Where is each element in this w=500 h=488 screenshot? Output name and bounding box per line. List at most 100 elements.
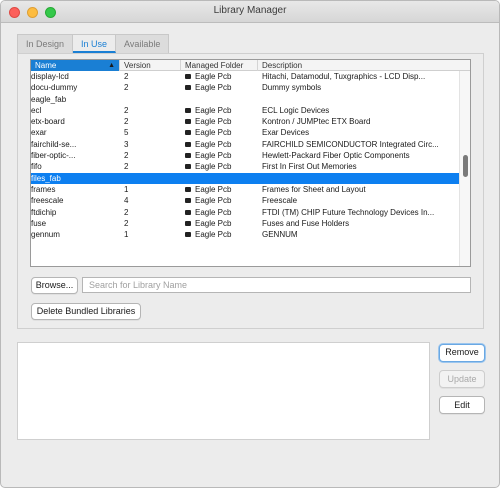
row-name-cell-text: exar bbox=[31, 128, 47, 138]
table-body: display-lcd 2 Eagle Pcb Hitachi, Datamodul,… bbox=[31, 71, 459, 240]
row-description-cell: Frames for Sheet and Layout bbox=[258, 184, 459, 195]
row-description-cell bbox=[258, 94, 459, 105]
row-description-cell-text: FTDI (TM) CHIP Future Technology Devices… bbox=[262, 207, 435, 217]
row-description-cell: Freescale bbox=[258, 195, 459, 206]
library-tabs: In Design In Use Available bbox=[17, 34, 170, 53]
lock-icon bbox=[185, 85, 191, 91]
row-version-cell-text: 2 bbox=[124, 151, 129, 161]
row-version-cell: 4 bbox=[120, 195, 181, 206]
table-row[interactable]: fuse 2 Eagle Pcb Fuses and Fuse Holders bbox=[31, 218, 459, 229]
update-button: Update bbox=[439, 370, 485, 388]
row-version-cell-text: 3 bbox=[124, 139, 129, 149]
row-name-cell-text: ftdichip bbox=[31, 207, 57, 217]
row-version-cell: 2 bbox=[120, 71, 181, 82]
column-header-description[interactable]: Description bbox=[258, 60, 470, 71]
row-description-cell: ECL Logic Devices bbox=[258, 105, 459, 116]
row-folder-cell-text: Eagle Pcb bbox=[195, 162, 232, 172]
row-name-cell-text: fuse bbox=[31, 218, 47, 228]
row-folder-cell-text: Eagle Pcb bbox=[195, 105, 232, 115]
browse-button[interactable]: Browse... bbox=[31, 277, 78, 294]
column-header-name[interactable]: Name ▲ bbox=[31, 60, 120, 71]
row-name-cell: ftdichip bbox=[31, 207, 120, 218]
row-folder-cell-text: Eagle Pcb bbox=[195, 117, 232, 127]
table-scrollbar[interactable] bbox=[459, 71, 470, 266]
row-name-cell: eagle_fab bbox=[31, 94, 120, 105]
row-name-cell-text: fairchild-se... bbox=[31, 139, 77, 149]
row-description-cell: Hewlett-Packard Fiber Optic Components bbox=[258, 150, 459, 161]
row-folder-cell: Eagle Pcb bbox=[181, 184, 258, 195]
table-row[interactable]: fiber-optic-... 2 Eagle Pcb Hewlett-Packard… bbox=[31, 150, 459, 161]
row-folder-cell-text: Eagle Pcb bbox=[195, 196, 232, 206]
row-folder-cell-text: Eagle Pcb bbox=[195, 139, 232, 149]
table-row[interactable]: fairchild-se... 3 Eagle Pcb FAIRCHILD SEMIC… bbox=[31, 139, 459, 150]
row-description-cell-text: Hewlett-Packard Fiber Optic Components bbox=[262, 151, 410, 161]
title-bar[interactable]: Library Manager bbox=[1, 1, 499, 23]
remove-button[interactable]: Remove bbox=[439, 344, 485, 362]
row-description-cell-text: First In First Out Memories bbox=[262, 162, 357, 172]
row-name-cell-text: etx-board bbox=[31, 117, 65, 127]
row-name-cell: fifo bbox=[31, 161, 120, 172]
table-row[interactable]: etx-board 2 Eagle Pcb Kontron / JUMPtec ETX… bbox=[31, 116, 459, 127]
row-version-cell-text: 5 bbox=[124, 128, 129, 138]
table-row[interactable]: ecl 2 Eagle Pcb ECL Logic Devices bbox=[31, 105, 459, 116]
row-description-cell: FTDI (TM) CHIP Future Technology Devices… bbox=[258, 207, 459, 218]
column-header-managed-folder[interactable]: Managed Folder bbox=[181, 60, 258, 71]
row-version-cell-text: 2 bbox=[124, 105, 129, 115]
row-version-cell-text: 2 bbox=[124, 207, 129, 217]
row-description-cell-text: ECL Logic Devices bbox=[262, 105, 330, 115]
edit-button[interactable]: Edit bbox=[439, 396, 485, 414]
lock-icon bbox=[185, 232, 191, 238]
row-folder-cell-text: Eagle Pcb bbox=[195, 151, 232, 161]
row-description-cell-text: Hitachi, Datamodul, Tuxgraphics - LCD Di… bbox=[262, 72, 426, 81]
row-description-cell-text: Frames for Sheet and Layout bbox=[262, 184, 366, 194]
table-row[interactable]: display-lcd 2 Eagle Pcb Hitachi, Datamodul,… bbox=[31, 71, 459, 82]
row-name-cell: etx-board bbox=[31, 116, 120, 127]
row-version-cell-text: 2 bbox=[124, 218, 129, 228]
delete-bundled-libraries-button[interactable]: Delete Bundled Libraries bbox=[31, 303, 141, 320]
table-row[interactable]: freescale 4 Eagle Pcb Freescale bbox=[31, 195, 459, 206]
library-description-area bbox=[17, 342, 430, 440]
lock-icon bbox=[185, 220, 191, 226]
tab-available[interactable]: Available bbox=[116, 34, 170, 53]
table-row[interactable]: files_fab bbox=[31, 172, 459, 184]
row-version-cell-text: 2 bbox=[124, 72, 129, 81]
row-folder-cell: Eagle Pcb bbox=[181, 150, 258, 161]
row-version-cell-text: 2 bbox=[124, 162, 129, 172]
row-version-cell: 1 bbox=[120, 229, 181, 240]
table-header: Name ▲ Version Managed Folder Descriptio… bbox=[31, 60, 470, 71]
row-folder-cell bbox=[181, 173, 258, 184]
table-row[interactable]: ftdichip 2 Eagle Pcb FTDI (TM) CHIP Future … bbox=[31, 207, 459, 218]
search-input[interactable]: Search for Library Name bbox=[82, 277, 471, 293]
row-name-cell-text: docu-dummy bbox=[31, 83, 78, 93]
library-table: Name ▲ Version Managed Folder Descriptio… bbox=[30, 59, 471, 267]
tab-in-use[interactable]: In Use bbox=[73, 34, 117, 53]
lock-icon bbox=[185, 74, 191, 79]
table-row[interactable]: docu-dummy 2 Eagle Pcb Dummy symbols bbox=[31, 82, 459, 93]
tab-in-design[interactable]: In Design bbox=[17, 34, 74, 53]
row-description-cell: Kontron / JUMPtec ETX Board bbox=[258, 116, 459, 127]
column-header-version[interactable]: Version bbox=[120, 60, 181, 71]
row-folder-cell: Eagle Pcb bbox=[181, 195, 258, 206]
row-name-cell-text: gennum bbox=[31, 230, 60, 240]
table-row[interactable]: eagle_fab bbox=[31, 94, 459, 105]
row-name-cell-text: fifo bbox=[31, 162, 42, 172]
row-description-cell: Hitachi, Datamodul, Tuxgraphics - LCD Di… bbox=[258, 71, 459, 82]
row-name-cell: ecl bbox=[31, 105, 120, 116]
lock-icon bbox=[185, 141, 191, 147]
row-name-cell: docu-dummy bbox=[31, 82, 120, 93]
table-row[interactable]: exar 5 Eagle Pcb Exar Devices bbox=[31, 127, 459, 138]
table-row[interactable]: gennum 1 Eagle Pcb GENNUM bbox=[31, 229, 459, 240]
row-name-cell: display-lcd bbox=[31, 71, 120, 82]
lock-icon bbox=[185, 186, 191, 192]
row-name-cell-text: frames bbox=[31, 184, 56, 194]
lock-icon bbox=[185, 198, 191, 204]
lock-icon bbox=[185, 130, 191, 136]
scrollbar-thumb[interactable] bbox=[463, 155, 468, 177]
table-row[interactable]: frames 1 Eagle Pcb Frames for Sheet and Lay… bbox=[31, 184, 459, 195]
table-row[interactable]: fifo 2 Eagle Pcb First In First Out Memorie… bbox=[31, 161, 459, 172]
row-description-cell: FAIRCHILD SEMICONDUCTOR Integrated Circ.… bbox=[258, 139, 459, 150]
row-folder-cell: Eagle Pcb bbox=[181, 139, 258, 150]
row-version-cell: 2 bbox=[120, 150, 181, 161]
row-version-cell-text: 4 bbox=[124, 196, 129, 206]
row-name-cell-text: eagle_fab bbox=[31, 94, 67, 104]
